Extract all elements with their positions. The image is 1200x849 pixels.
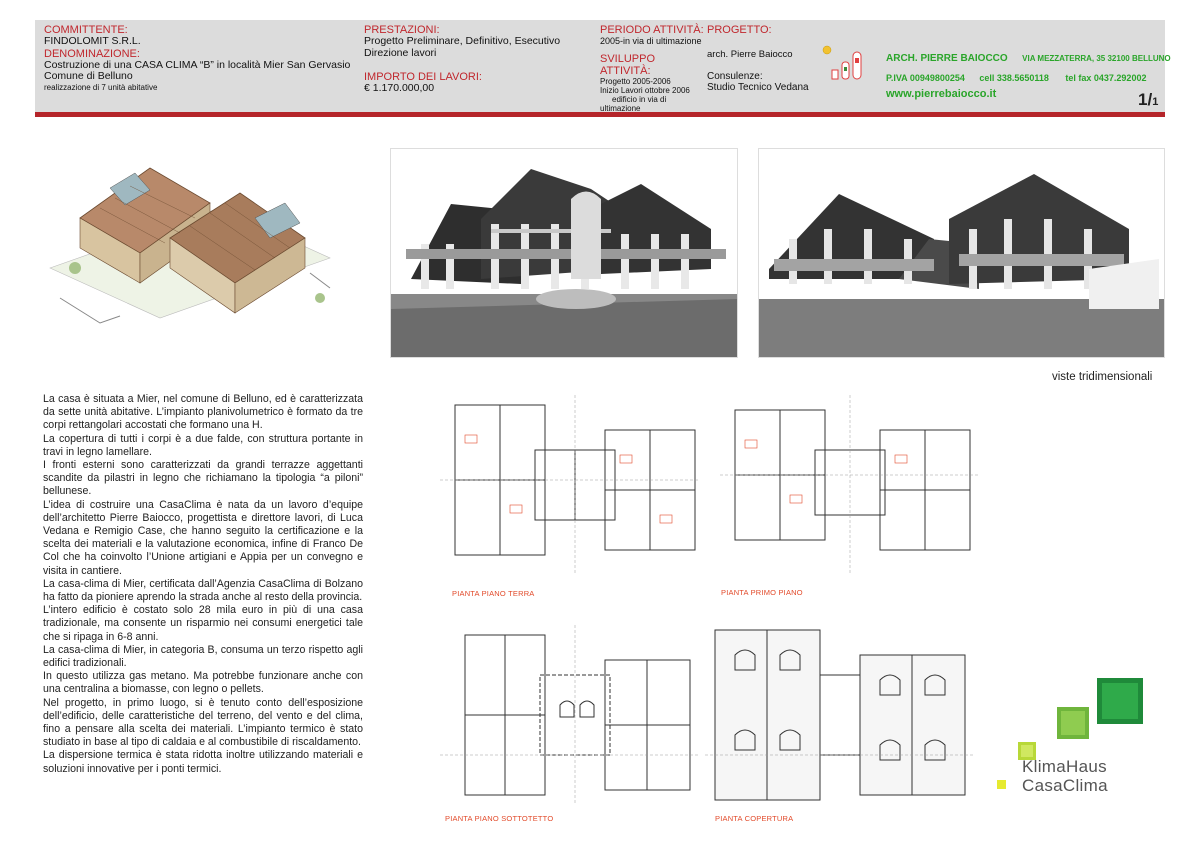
header-periodo-block: PERIODO ATTIVITÀ: 2005-in via di ultimaz… [600,24,705,113]
klimahaus-squares-icon [997,678,1143,782]
header-progetto-block: PROGETTO: arch. Pierre Baiocco Consulenz… [707,24,822,94]
studio-cell: cell 338.5650118 [979,73,1049,83]
consulenze-value: Studio Tecnico Vedana [707,82,809,93]
description-paragraph: Nel progetto, in primo luogo, si è tenut… [43,696,363,749]
description-paragraph: La dispersione termica è stata ridotta i… [43,749,363,775]
studio-website-link[interactable]: www.pierrebaiocco.it [886,88,1156,100]
klimahaus-small-square-icon [997,780,1006,789]
sviluppo-line-2: Inizio Lavori ottobre 2006 [600,86,690,95]
description-paragraph: I fronti esterni sono caratterizzati da … [43,459,363,498]
viste-caption: viste tridimensionali [1052,371,1153,383]
page-number: 1/1 [1138,90,1158,110]
studio-tel: tel fax 0437.292002 [1065,73,1147,83]
render-view-1-image [390,148,738,358]
studio-name: ARCH. PIERRE BAIOCCO [886,53,1008,64]
sviluppo-line-3: edificio in via di [612,95,667,104]
description-paragraph: La casa è situata a Mier, nel comune di … [43,393,363,432]
description-paragraph: La casa-clima di Mier, in categoria B, c… [43,643,363,670]
description-paragraph: L’intero edificio è costato solo 28 mila… [43,604,363,643]
floorplan-roof-image [705,625,975,805]
page-current: 1/ [1138,90,1153,109]
description-paragraph: In questo utilizza gas metano. Ma potreb… [43,670,363,696]
progetto-label: PROGETTO: [707,24,772,36]
description-paragraph: La copertura di tutti i corpi è a due fa… [43,432,363,458]
sviluppo-line-4: ultimazione [600,104,641,113]
floorplan-ground-image [440,395,700,575]
progetto-value: arch. Pierre Baiocco [707,49,793,60]
sketch-axonometric-image [40,148,340,348]
committente-value: FINDOLOMIT S.R.L. [44,35,141,47]
prestazioni-line-2: Direzione lavori [364,46,437,59]
denominazione-line-2: Comune di Belluno [44,70,133,82]
consulenze-label: Consulenze: [707,70,763,82]
studio-piva: P.IVA 00949800254 [886,73,965,83]
studio-logo-icon [820,40,870,82]
prestazioni-line-1: Progetto Preliminare, Definitivo, Esecut… [364,35,561,47]
casaclima-text: CasaClima [1022,776,1108,795]
floorplan-attic-image [440,625,700,805]
klimahaus-text: KlimaHaus [1022,757,1107,776]
header-prestazioni-block: PRESTAZIONI: Progetto Preliminare, Defin… [364,24,589,95]
studio-address: VIA MEZZATERRA, 35 32100 BELLUNO [1022,54,1171,63]
header-committente-block: COMMITTENTE: FINDOLOMIT S.R.L. DENOMINAZ… [44,24,364,92]
sviluppo-line-1: Progetto 2005-2006 [600,77,671,86]
sviluppo-label: SVILUPPO ATTIVITÀ: [600,53,656,77]
page-total: 1 [1152,96,1159,108]
floorplan-first-image [720,395,980,575]
caption-plan-copertura: PIANTA COPERTURA [715,814,794,823]
importo-value: € 1.170.000,00 [364,82,435,94]
description-paragraph: L’idea di costruire una CasaClima è nata… [43,498,363,577]
description-paragraph: La casa-clima di Mier, certificata dall’… [43,577,363,604]
caption-plan-terra: PIANTA PIANO TERRA [452,589,535,598]
klimahaus-logo: KlimaHaus CasaClima [985,675,1150,805]
caption-plan-primo: PIANTA PRIMO PIANO [721,588,803,597]
studio-contact-block: ARCH. PIERRE BAIOCCO VIA MEZZATERRA, 35 … [886,48,1171,100]
periodo-label: PERIODO ATTIVITÀ: [600,24,704,36]
caption-plan-sottotetto: PIANTA PIANO SOTTOTETTO [445,814,554,823]
denominazione-line-3: realizzazione di 7 unità abitative [44,82,158,92]
denominazione-label: DENOMINAZIONE: [44,47,140,60]
description-text: La casa è situata a Mier, nel comune di … [43,393,363,776]
periodo-value: 2005-in via di ultimazione [600,36,702,46]
render-view-2-image [758,148,1165,358]
